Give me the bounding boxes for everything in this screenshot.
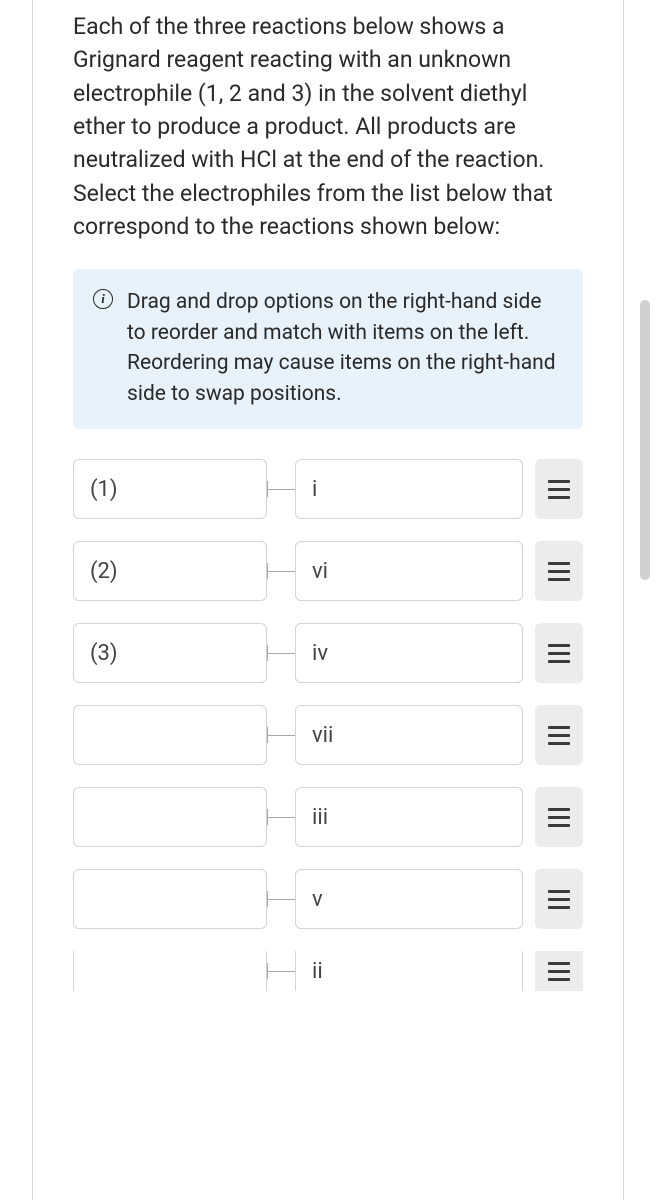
right-option-v[interactable]: v [295, 869, 523, 929]
left-slot-empty [73, 951, 267, 991]
match-area: (1) i (2) vi (3) iv [61, 459, 595, 991]
connector [267, 541, 295, 601]
info-icon: i [93, 289, 113, 309]
connector [267, 623, 295, 683]
drag-icon [548, 808, 570, 827]
right-option-iv[interactable]: iv [295, 623, 523, 683]
drag-icon [548, 890, 570, 909]
match-row: iii [73, 787, 583, 847]
left-slot-empty [73, 787, 267, 847]
drag-handle[interactable] [535, 705, 583, 765]
right-option-ii[interactable]: ii [295, 951, 523, 991]
connector [267, 869, 295, 929]
info-icon-wrap: i [93, 289, 113, 309]
left-slot-1: (1) [73, 459, 267, 519]
match-row: ii [73, 951, 583, 991]
connector [267, 787, 295, 847]
drag-handle[interactable] [535, 869, 583, 929]
instruction-text: Drag and drop options on the right-hand … [127, 287, 563, 409]
right-option-iii[interactable]: iii [295, 787, 523, 847]
drag-handle[interactable] [535, 623, 583, 683]
match-row: vii [73, 705, 583, 765]
instruction-line-1: Drag and drop options on the right-hand … [127, 290, 541, 344]
scrollbar[interactable] [640, 300, 650, 580]
match-row: (2) vi [73, 541, 583, 601]
match-row: (1) i [73, 459, 583, 519]
right-option-vi[interactable]: vi [295, 541, 523, 601]
connector [267, 459, 295, 519]
left-slot-empty [73, 869, 267, 929]
match-row: (3) iv [73, 623, 583, 683]
question-text: Each of the three reactions below shows … [61, 10, 595, 243]
left-slot-empty [73, 705, 267, 765]
connector [267, 951, 295, 991]
drag-handle[interactable] [535, 541, 583, 601]
drag-handle[interactable] [535, 459, 583, 519]
drag-icon [548, 644, 570, 663]
question-container: Each of the three reactions below shows … [32, 0, 624, 1200]
connector [267, 705, 295, 765]
right-option-vii[interactable]: vii [295, 705, 523, 765]
left-slot-3: (3) [73, 623, 267, 683]
drag-handle[interactable] [535, 951, 583, 991]
match-row: v [73, 869, 583, 929]
right-option-i[interactable]: i [295, 459, 523, 519]
instruction-content: i Drag and drop options on the right-han… [93, 287, 563, 409]
left-slot-2: (2) [73, 541, 267, 601]
drag-handle[interactable] [535, 787, 583, 847]
instruction-box: i Drag and drop options on the right-han… [73, 269, 583, 429]
instruction-line-2: Reordering may cause items on the right-… [127, 351, 556, 405]
drag-icon [548, 962, 570, 981]
drag-icon [548, 726, 570, 745]
drag-icon [548, 480, 570, 499]
drag-icon [548, 562, 570, 581]
